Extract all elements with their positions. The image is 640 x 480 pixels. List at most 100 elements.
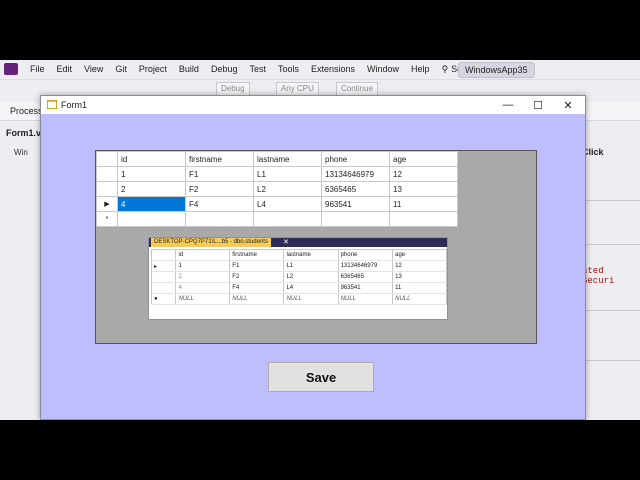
table-row[interactable]: 2 F2 L2 6365465 13 (150, 271, 447, 283)
ssms-cell[interactable]: 2 (175, 271, 231, 283)
table-row[interactable]: 1 F1 L1 13134646979 12 (96, 166, 458, 182)
grid-cell[interactable]: 11 (389, 196, 458, 212)
ssms-cell[interactable]: 6365465 (337, 271, 394, 283)
new-row-marker[interactable]: * (96, 211, 118, 227)
code-snippet-string: ated Securi (582, 266, 615, 286)
menu-extensions[interactable]: Extensions (305, 64, 361, 74)
column-header-lastname[interactable]: lastname (253, 151, 322, 167)
ssms-cell-null[interactable]: NULL (229, 293, 285, 305)
grid-cell[interactable]: 1 (117, 166, 186, 182)
column-header-age[interactable]: age (389, 151, 458, 167)
close-icon[interactable]: ✕ (553, 96, 583, 114)
form-window: Form1 — ☐ ✕ id firstname lastname phone … (40, 95, 586, 420)
table-row[interactable]: 4 F4 L4 963541 11 (150, 282, 447, 294)
form-titlebar[interactable]: Form1 — ☐ ✕ (41, 96, 585, 114)
ssms-cell[interactable]: F2 (229, 271, 285, 283)
grid-cell[interactable]: 12 (389, 166, 458, 182)
grid-cell[interactable]: L1 (253, 166, 322, 182)
grid-table: id firstname lastname phone age 1 F1 L1 … (96, 151, 458, 227)
menu-test[interactable]: Test (243, 64, 272, 74)
ssms-table: id firstname lastname phone age ▸ 1 F1 L… (150, 249, 447, 305)
grid-cell[interactable]: 13 (389, 181, 458, 197)
ssms-header-row: id firstname lastname phone age (150, 249, 447, 261)
menu-project[interactable]: Project (133, 64, 173, 74)
grid-cell[interactable] (253, 211, 322, 227)
ssms-cell[interactable]: L4 (283, 282, 339, 294)
tree-item[interactable]: Win (14, 148, 28, 157)
grid-cell[interactable] (321, 211, 390, 227)
current-row-arrow-icon[interactable]: ▶ (96, 196, 118, 212)
grid-cell[interactable]: 6365465 (321, 181, 390, 197)
ssms-cell[interactable]: F4 (229, 282, 285, 294)
row-header[interactable] (96, 181, 118, 197)
minimize-icon[interactable]: — (493, 96, 523, 114)
table-row[interactable]: 2 F2 L2 6365465 13 (96, 181, 458, 197)
ssms-column-header[interactable]: firstname (229, 249, 285, 261)
column-header-firstname[interactable]: firstname (185, 151, 254, 167)
ssms-cell[interactable]: L1 (283, 260, 339, 272)
new-row-marker: ● (150, 293, 177, 305)
ssms-cell[interactable]: 12 (392, 260, 447, 272)
menu-git[interactable]: Git (109, 64, 133, 74)
grid-cell[interactable]: 963541 (321, 196, 390, 212)
ssms-column-header[interactable]: phone (337, 249, 394, 261)
ssms-cell[interactable]: 1 (175, 260, 231, 272)
ssms-cell-null[interactable]: NULL (175, 293, 231, 305)
grid-cell[interactable]: F1 (185, 166, 254, 182)
menu-window[interactable]: Window (361, 64, 405, 74)
grid-cell[interactable] (185, 211, 254, 227)
ssms-cell-null[interactable]: NULL (283, 293, 339, 305)
ssms-cell-null[interactable]: NULL (337, 293, 394, 305)
ssms-cell[interactable]: F1 (229, 260, 285, 272)
grid-cell[interactable] (389, 211, 458, 227)
continue-button[interactable]: Continue (336, 82, 379, 96)
column-header-id[interactable]: id (117, 151, 186, 167)
ssms-cell[interactable]: 4 (175, 282, 231, 294)
ssms-results-window[interactable]: DESKTOP-CPQ7P71\L...b5 - dbo.students ✕ … (148, 237, 448, 320)
solution-title: WindowsApp35 (458, 62, 535, 78)
file-tab[interactable]: Form1.v (6, 128, 41, 138)
ssms-cell[interactable]: L2 (283, 271, 339, 283)
grid-cell[interactable]: L2 (253, 181, 322, 197)
ssms-tab-strip: DESKTOP-CPQ7P71\L...b5 - dbo.students ✕ (149, 238, 447, 247)
menu-help[interactable]: Help (405, 64, 436, 74)
table-row[interactable]: ● NULL NULL NULL NULL NULL (150, 293, 447, 305)
menu-file[interactable]: File (24, 64, 51, 74)
ssms-cell[interactable]: 13 (392, 271, 447, 283)
menu-tools[interactable]: Tools (272, 64, 305, 74)
ssms-column-header[interactable]: id (175, 249, 231, 261)
ssms-cell[interactable]: 963541 (337, 282, 394, 294)
ssms-tab-title[interactable]: DESKTOP-CPQ7P71\L...b5 - dbo.students (151, 238, 271, 247)
maximize-icon[interactable]: ☐ (523, 96, 553, 114)
save-button[interactable]: Save (268, 362, 374, 392)
grid-cell[interactable] (117, 211, 186, 227)
ssms-column-header[interactable]: lastname (283, 249, 339, 261)
row-header[interactable] (96, 166, 118, 182)
platform-dropdown[interactable]: Any CPU (276, 82, 319, 96)
grid-cell[interactable]: 13134646979 (321, 166, 390, 182)
menu-build[interactable]: Build (173, 64, 205, 74)
ssms-row-header (150, 249, 177, 261)
grid-corner-header[interactable] (96, 151, 118, 167)
config-dropdown[interactable]: Debug (216, 82, 250, 96)
ssms-cell-null[interactable]: NULL (392, 293, 447, 305)
menu-debug[interactable]: Debug (205, 64, 244, 74)
ssms-cell[interactable]: 13134646979 (337, 260, 394, 272)
grid-cell[interactable]: F2 (185, 181, 254, 197)
table-row[interactable]: ▶ 4 F4 L4 963541 11 (96, 196, 458, 212)
data-grid-view[interactable]: id firstname lastname phone age 1 F1 L1 … (95, 150, 537, 344)
column-header-phone[interactable]: phone (321, 151, 390, 167)
grid-cell[interactable]: F4 (185, 196, 254, 212)
close-icon[interactable]: ✕ (283, 238, 289, 247)
grid-header-row: id firstname lastname phone age (96, 151, 458, 167)
new-row[interactable]: * (96, 211, 458, 227)
menu-edit[interactable]: Edit (51, 64, 79, 74)
ssms-row-header (150, 282, 177, 294)
grid-cell[interactable]: 2 (117, 181, 186, 197)
table-row[interactable]: ▸ 1 F1 L1 13134646979 12 (150, 260, 447, 272)
grid-cell[interactable]: L4 (253, 196, 322, 212)
ssms-column-header[interactable]: age (392, 249, 447, 261)
menu-view[interactable]: View (78, 64, 109, 74)
grid-cell-selected[interactable]: 4 (117, 196, 186, 212)
ssms-cell[interactable]: 11 (392, 282, 447, 294)
